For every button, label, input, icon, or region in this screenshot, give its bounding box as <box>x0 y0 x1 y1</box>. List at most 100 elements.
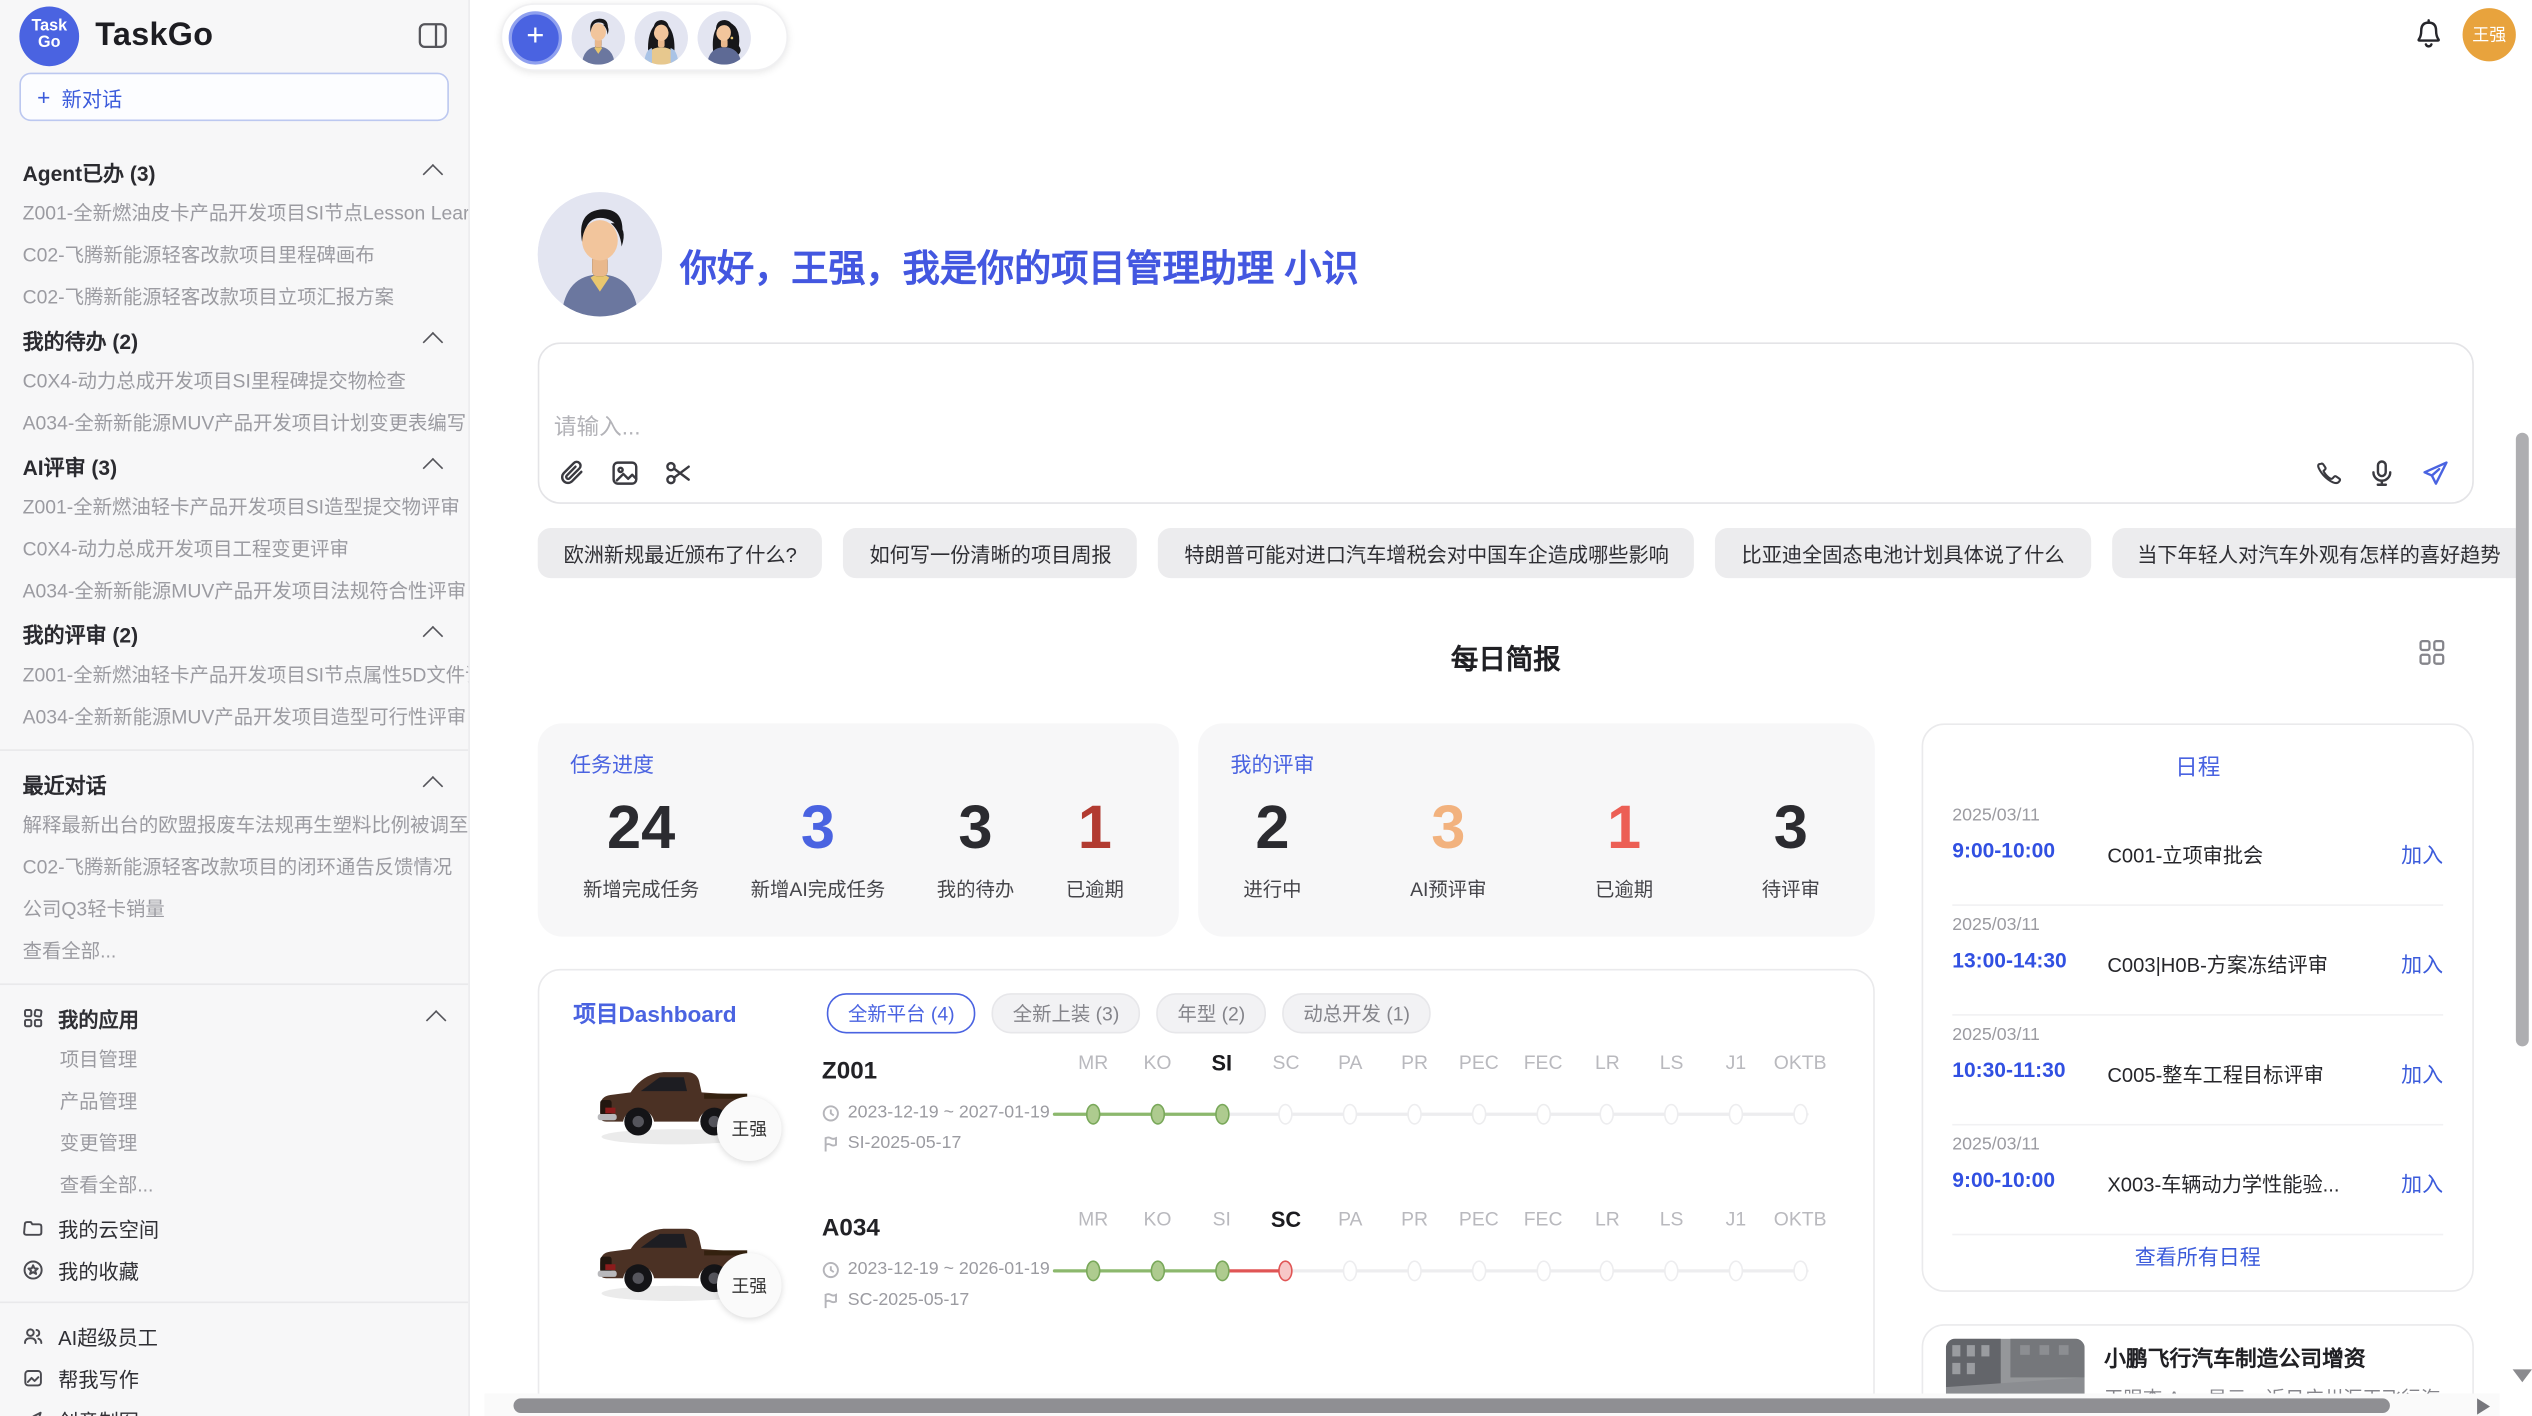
vertical-scrollbar-thumb[interactable] <box>2516 433 2529 1047</box>
milestone-dot[interactable] <box>1536 1260 1551 1281</box>
sidebar-item-ai-super-staff[interactable]: AI超级员工 <box>0 1314 468 1356</box>
notification-bell-icon[interactable] <box>2413 18 2445 54</box>
milestone-dot[interactable] <box>1343 1104 1358 1125</box>
image-upload-icon[interactable] <box>610 459 639 488</box>
project-row[interactable]: 王强A0342023-12-19 ~ 2026-01-19SC-2025-05-… <box>539 1201 1873 1358</box>
scroll-down-arrow[interactable] <box>2513 1369 2532 1382</box>
join-link[interactable]: 加入 <box>2401 1168 2443 1199</box>
milestone-dot[interactable] <box>1472 1260 1487 1281</box>
milestone-label: PR <box>1401 1208 1428 1231</box>
milestone-dot[interactable] <box>1279 1260 1294 1281</box>
chat-input-box[interactable]: 请输入... <box>538 342 2474 503</box>
join-link[interactable]: 加入 <box>2401 948 2443 979</box>
suggestion-chip[interactable]: 特朗普可能对进口汽车增税会对中国车企造成哪些影响 <box>1159 528 1695 578</box>
help-write-label: 帮我写作 <box>58 1362 139 1393</box>
milestone-dot[interactable] <box>1407 1104 1422 1125</box>
view-all-schedule-link[interactable]: 查看所有日程 <box>1923 1240 2472 1271</box>
agent-avatar-1[interactable] <box>572 10 625 63</box>
dashboard-filter-chip[interactable]: 年型 (2) <box>1156 993 1266 1033</box>
sidebar-header: Task Go TaskGo <box>0 0 468 71</box>
project-row[interactable]: 王强Z0012023-12-19 ~ 2027-01-19SI-2025-05-… <box>539 1045 1873 1202</box>
suggestion-chip[interactable]: 比亚迪全固态电池计划具体说了什么 <box>1716 528 2091 578</box>
scissors-icon[interactable] <box>664 459 693 488</box>
sidebar-group-header[interactable]: Agent已办 (3) <box>0 150 468 192</box>
sidebar-group-header[interactable]: 我的评审 (2) <box>0 612 468 654</box>
recent-conversation-item[interactable]: 查看全部... <box>0 930 468 972</box>
dashboard-filter-chip[interactable]: 全新平台 (4) <box>827 993 976 1033</box>
milestone-dot[interactable] <box>1664 1104 1679 1125</box>
sidebar-task-item[interactable]: Z001-全新燃油皮卡产品开发项目SI节点Lesson Learn报告 <box>0 192 468 234</box>
milestone-dot[interactable] <box>1472 1104 1487 1125</box>
attachment-icon[interactable] <box>557 459 586 488</box>
add-session-button[interactable]: + <box>509 10 562 63</box>
milestone-dot[interactable] <box>1407 1260 1422 1281</box>
sidebar-group-header[interactable]: AI评审 (3) <box>0 444 468 486</box>
my-apps-sub-item[interactable]: 查看全部... <box>0 1164 468 1206</box>
my-apps-sub-item[interactable]: 变更管理 <box>0 1122 468 1164</box>
milestone-dot[interactable] <box>1150 1260 1165 1281</box>
milestone-dot[interactable] <box>1600 1260 1615 1281</box>
milestone-dot[interactable] <box>1729 1260 1744 1281</box>
sidebar-item-favorites[interactable]: 我的收藏 <box>0 1248 468 1290</box>
milestone-dot[interactable] <box>1664 1260 1679 1281</box>
schedule-event: 2025/03/119:00-10:00C001-立项审批会加入 <box>1952 796 2443 906</box>
recent-conversation-item[interactable]: 解释最新出台的欧盟报废车法规再生塑料比例被调至15%... <box>0 804 468 846</box>
suggestion-chip[interactable]: 当下年轻人对汽车外观有怎样的喜好趋势 <box>2111 528 2526 578</box>
sidebar-task-item[interactable]: C0X4-动力总成开发项目工程变更评审 <box>0 528 468 570</box>
sidebar-item-help-write[interactable]: 帮我写作 <box>0 1356 468 1398</box>
milestone-dot[interactable] <box>1150 1104 1165 1125</box>
cloud-space-label: 我的云空间 <box>58 1212 159 1243</box>
my-apps-header[interactable]: 我的应用 <box>0 996 468 1038</box>
sidebar-task-item[interactable]: C02-飞腾新能源轻客改款项目立项汇报方案 <box>0 276 468 318</box>
milestone-label: OKTB <box>1774 1051 1827 1074</box>
my-apps-sub-item[interactable]: 产品管理 <box>0 1080 468 1122</box>
recent-conversations-header[interactable]: 最近对话 <box>0 762 468 804</box>
milestone-dot[interactable] <box>1343 1260 1358 1281</box>
sidebar-task-item[interactable]: A034-全新新能源MUV产品开发项目计划变更表编写 <box>0 402 468 444</box>
dashboard-filter-chip[interactable]: 动总开发 (1) <box>1282 993 1431 1033</box>
favorites-label: 我的收藏 <box>58 1254 139 1285</box>
sidebar-task-item[interactable]: C0X4-动力总成开发项目SI里程碑提交物检查 <box>0 360 468 402</box>
milestone-label: SC <box>1271 1208 1301 1232</box>
quill-pen-icon <box>23 1409 44 1416</box>
collapse-sidebar-icon[interactable] <box>417 19 449 51</box>
milestone-dot[interactable] <box>1279 1104 1294 1125</box>
milestone-label: PA <box>1338 1051 1362 1074</box>
milestone-dot[interactable] <box>1600 1104 1615 1125</box>
agent-avatar-2[interactable] <box>635 10 688 63</box>
layout-grid-icon[interactable] <box>2417 638 2446 675</box>
sidebar-task-item[interactable]: A034-全新新能源MUV产品开发项目造型可行性评审 <box>0 696 468 738</box>
milestone-dot[interactable] <box>1214 1260 1229 1281</box>
sidebar-task-item[interactable]: A034-全新新能源MUV产品开发项目法规符合性评审 <box>0 570 468 612</box>
milestone-dot[interactable] <box>1793 1260 1808 1281</box>
voice-call-icon[interactable] <box>2314 459 2343 488</box>
sidebar-group-header[interactable]: 我的待办 (2) <box>0 318 468 360</box>
sidebar-task-item[interactable]: Z001-全新燃油轻卡产品开发项目SI造型提交物评审 <box>0 486 468 528</box>
user-avatar[interactable]: 王强 <box>2463 8 2516 61</box>
suggestion-chip[interactable]: 如何写一份清晰的项目周报 <box>844 528 1138 578</box>
recent-conversation-item[interactable]: 公司Q3轻卡销量 <box>0 888 468 930</box>
send-icon[interactable] <box>2421 459 2450 488</box>
horizontal-scrollbar-thumb[interactable] <box>514 1398 2390 1413</box>
sidebar-task-item[interactable]: Z001-全新燃油轻卡产品开发项目SI节点属性5D文件评审 <box>0 654 468 696</box>
milestone-dot[interactable] <box>1729 1104 1744 1125</box>
join-link[interactable]: 加入 <box>2401 1058 2443 1089</box>
suggestion-chip[interactable]: 欧洲新规最近颁布了什么? <box>538 528 823 578</box>
project-dates-text: 2023-12-19 ~ 2026-01-19 <box>848 1260 1050 1279</box>
dashboard-filter-chip[interactable]: 全新上装 (3) <box>992 993 1141 1033</box>
microphone-icon[interactable] <box>2367 459 2396 488</box>
milestone-dot[interactable] <box>1214 1104 1229 1125</box>
my-apps-sub-item[interactable]: 项目管理 <box>0 1038 468 1080</box>
milestone-dot[interactable] <box>1793 1104 1808 1125</box>
agent-avatar-3[interactable] <box>698 10 751 63</box>
milestone-dot[interactable] <box>1536 1104 1551 1125</box>
sidebar-item-creative-drawing[interactable]: 创意制图 <box>0 1398 468 1416</box>
milestone-dot[interactable] <box>1086 1260 1101 1281</box>
milestone-dot[interactable] <box>1086 1104 1101 1125</box>
scroll-right-arrow[interactable] <box>2477 1398 2490 1414</box>
new-chat-button[interactable]: + 新对话 <box>19 73 449 121</box>
sidebar-item-cloud-space[interactable]: 我的云空间 <box>0 1206 468 1248</box>
join-link[interactable]: 加入 <box>2401 838 2443 869</box>
sidebar-task-item[interactable]: C02-飞腾新能源轻客改款项目里程碑画布 <box>0 234 468 276</box>
recent-conversation-item[interactable]: C02-飞腾新能源轻客改款项目的闭环通告反馈情况 <box>0 846 468 888</box>
